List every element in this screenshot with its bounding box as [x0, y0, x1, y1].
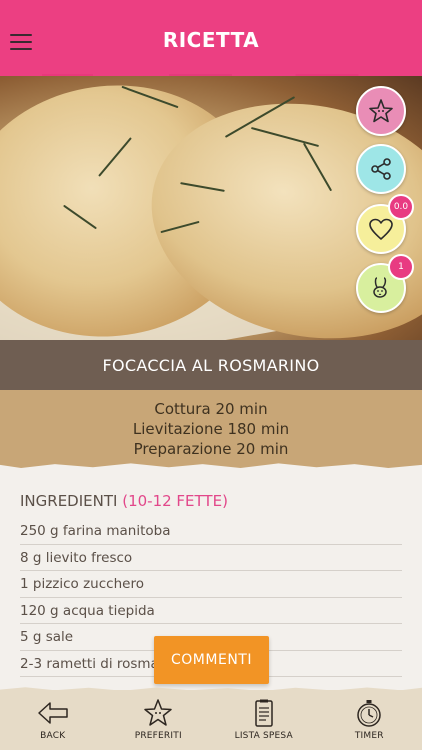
back-tab[interactable]: BACK	[0, 690, 106, 750]
comments-button[interactable]: COMMENTI	[154, 636, 269, 684]
page-title: RICETTA	[162, 28, 260, 52]
recipe-times: Cottura 20 min Lievitazione 180 min Prep…	[0, 390, 422, 468]
app-header: RICETTA	[0, 0, 422, 76]
likes-count-badge: 0.0	[388, 194, 414, 220]
rising-time: Lievitazione 180 min	[132, 420, 290, 438]
shopping-list-tab-label: LISTA SPESA	[234, 731, 293, 741]
ingredient-item: 120 g acqua tiepida	[20, 598, 402, 624]
shopping-list-tab[interactable]: LISTA SPESA	[211, 690, 317, 750]
ingredient-item: 8 g lievito fresco	[20, 545, 402, 571]
preparation-time: Preparazione 20 min	[133, 440, 289, 458]
rabbit-icon	[373, 277, 387, 298]
timer-tab-label: TIMER	[354, 731, 384, 741]
rabbit-count-badge: 1	[388, 254, 414, 280]
heart-icon	[369, 218, 393, 240]
ingredient-item: 250 g farina manitoba	[20, 518, 402, 545]
ingredients-label: INGREDIENTI	[20, 492, 118, 510]
recipe-title: FOCACCIA AL ROSMARINO	[102, 355, 320, 375]
favorites-tab[interactable]: PREFERITI	[106, 690, 212, 750]
back-arrow-icon	[38, 702, 68, 724]
timer-tab[interactable]: TIMER	[317, 690, 422, 750]
ingredient-item: 1 pizzico zucchero	[20, 571, 402, 598]
share-icon	[371, 158, 391, 180]
back-tab-label: BACK	[40, 731, 66, 741]
timer-icon	[357, 700, 381, 727]
favorite-star-button[interactable]	[356, 86, 406, 136]
recipe-title-band: FOCACCIA AL ROSMARINO	[0, 340, 422, 390]
ingredients-yield: (10-12 FETTE)	[122, 492, 228, 510]
shopping-list-icon	[255, 699, 273, 727]
favorites-tab-label: PREFERITI	[134, 731, 182, 741]
share-button[interactable]	[356, 144, 406, 194]
star-icon	[369, 99, 393, 123]
ingredients-heading: INGREDIENTI (10-12 FETTE)	[20, 492, 402, 510]
star-icon	[144, 699, 172, 726]
cooking-time: Cottura 20 min	[154, 400, 268, 418]
bottom-nav: BACK PREFERITI LISTA SPESA TIMER	[0, 690, 422, 750]
